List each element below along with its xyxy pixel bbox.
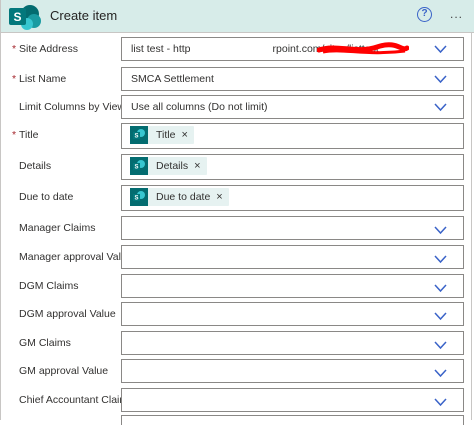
manager-approval-dropdown[interactable]: [121, 245, 464, 269]
field-label: Limit Columns by View: [19, 101, 126, 113]
create-item-card: S Create item ? ... * Site Address list …: [0, 0, 474, 425]
due-date-input[interactable]: S Due to date ×: [121, 185, 464, 211]
card-title: Create item: [50, 8, 118, 23]
remove-token-icon[interactable]: ×: [194, 160, 200, 172]
remove-token-icon[interactable]: ×: [216, 191, 222, 203]
chevron-down-icon[interactable]: [434, 254, 447, 264]
field-value: SMCA Settlement: [131, 73, 214, 85]
gm-approval-dropdown[interactable]: [121, 359, 464, 383]
manager-claims-dropdown[interactable]: [121, 216, 464, 240]
field-label: Due to date: [19, 191, 74, 203]
site-address-dropdown[interactable]: list test - http rpoint.com/sites/listtes…: [121, 37, 464, 61]
help-circle-icon[interactable]: ?: [417, 7, 432, 22]
chevron-down-icon[interactable]: [434, 225, 447, 235]
chevron-down-icon[interactable]: [434, 283, 447, 293]
token-label: Title: [156, 129, 176, 141]
svg-text:S: S: [134, 134, 138, 140]
chevron-down-icon[interactable]: [434, 397, 447, 407]
chevron-down-icon[interactable]: [434, 102, 447, 112]
dynamic-content-token[interactable]: S Due to date ×: [130, 188, 229, 206]
gm-claims-dropdown[interactable]: [121, 331, 464, 355]
redaction-scribble: [317, 42, 409, 55]
chevron-down-icon[interactable]: [434, 340, 447, 350]
field-row-limit-columns: Limit Columns by View Use all columns (D…: [1, 95, 474, 123]
field-label: GM Claims: [19, 337, 71, 349]
field-row-manager-approval: Manager approval Value: [1, 245, 474, 273]
field-row-title: * Title S Title ×: [1, 123, 474, 151]
sharepoint-icon: S: [130, 126, 148, 144]
sharepoint-icon: S: [130, 157, 148, 175]
field-label: * Site Address: [12, 43, 78, 55]
field-label: Details: [19, 160, 52, 172]
sharepoint-icon: S: [9, 5, 41, 30]
dynamic-content-token[interactable]: S Title ×: [130, 126, 194, 144]
limit-columns-dropdown[interactable]: Use all columns (Do not limit): [121, 95, 464, 119]
field-label: Chief Accountant Claims: [19, 394, 134, 406]
field-label: DGM approval Value: [19, 308, 116, 320]
field-label: Manager Claims: [19, 222, 96, 234]
next-field-partial[interactable]: [121, 415, 464, 425]
field-row-due-date: Due to date S Due to date ×: [1, 185, 474, 213]
token-label: Due to date: [156, 191, 211, 203]
field-row-gm-claims: GM Claims: [1, 331, 474, 359]
token-label: Details: [156, 160, 189, 172]
list-name-dropdown[interactable]: SMCA Settlement: [121, 67, 464, 91]
field-row-site-address: * Site Address list test - http rpoint.co…: [1, 37, 474, 65]
field-label: * List Name: [12, 73, 67, 85]
chevron-down-icon[interactable]: [434, 44, 447, 54]
title-input[interactable]: S Title ×: [121, 123, 464, 149]
svg-text:S: S: [134, 196, 138, 202]
required-marker: *: [12, 129, 17, 141]
dgm-approval-dropdown[interactable]: [121, 302, 464, 326]
field-label: GM approval Value: [19, 365, 109, 377]
card-header[interactable]: S Create item ? ...: [1, 0, 474, 33]
required-marker: *: [12, 43, 17, 55]
dynamic-content-token[interactable]: S Details ×: [130, 157, 207, 175]
remove-token-icon[interactable]: ×: [181, 129, 187, 141]
required-marker: *: [12, 73, 17, 85]
svg-text:S: S: [13, 10, 21, 24]
field-row-dgm-claims: DGM Claims: [1, 274, 474, 302]
field-row-gm-approval: GM approval Value: [1, 359, 474, 387]
field-row-list-name: * List Name SMCA Settlement: [1, 67, 474, 95]
field-row-manager-claims: Manager Claims: [1, 216, 474, 244]
sharepoint-icon: S: [130, 188, 148, 206]
field-label: * Title: [12, 129, 39, 141]
svg-text:S: S: [134, 165, 138, 171]
field-row-dgm-approval: DGM approval Value: [1, 302, 474, 330]
field-value: Use all columns (Do not limit): [131, 101, 268, 113]
chevron-down-icon[interactable]: [434, 74, 447, 84]
details-input[interactable]: S Details ×: [121, 154, 464, 180]
field-row-chief-accountant-claims: Chief Accountant Claims: [1, 388, 474, 416]
chevron-down-icon[interactable]: [434, 368, 447, 378]
field-row-details: Details S Details ×: [1, 154, 474, 182]
field-label: Manager approval Value: [19, 251, 133, 263]
field-label: DGM Claims: [19, 280, 79, 292]
more-icon[interactable]: ...: [450, 7, 463, 21]
chevron-down-icon[interactable]: [434, 311, 447, 321]
chief-accountant-claims-dropdown[interactable]: [121, 388, 464, 412]
dgm-claims-dropdown[interactable]: [121, 274, 464, 298]
